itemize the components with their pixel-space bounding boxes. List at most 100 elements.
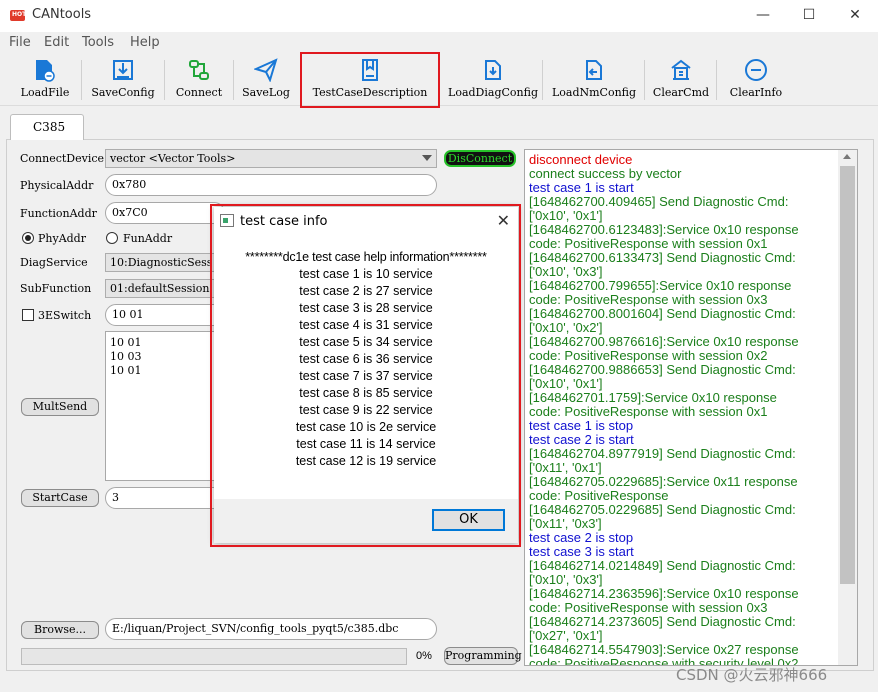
log-line: [1648462705.0229685] Send Diagnostic Cmd…: [529, 502, 796, 517]
app-icon: HOT: [10, 10, 26, 21]
clear-cmd-button[interactable]: ClearCmd: [650, 56, 712, 104]
log-scrollbar[interactable]: [838, 150, 857, 665]
log-line: ['0x10', '0x1']: [529, 208, 603, 223]
maximize-button[interactable]: ☐: [786, 0, 832, 32]
load-diag-config-icon: [485, 60, 501, 80]
log-line: test case 1 is start: [529, 180, 634, 195]
load-file-label: LoadFile: [20, 86, 70, 99]
log-line: ['0x10', '0x3']: [529, 572, 603, 587]
progress-bar: [21, 648, 407, 665]
log-line: test case 2 is start: [529, 432, 634, 447]
log-line: disconnect device: [529, 152, 633, 167]
multi-line: 10 03: [110, 350, 142, 363]
chevron-down-icon: [422, 155, 432, 161]
connect-button[interactable]: Connect: [170, 56, 228, 104]
diag-service-select[interactable]: 10:DiagnosticSess: [105, 253, 225, 272]
log-line: [1648462714.0214849] Send Diagnostic Cmd…: [529, 558, 796, 573]
save-log-button[interactable]: SaveLog: [238, 56, 294, 104]
log-line: ['0x11', '0x3']: [529, 516, 602, 531]
log-line: code: PositiveResponse with session 0x2: [529, 348, 768, 363]
start-case-field[interactable]: 3: [105, 487, 225, 509]
log-line: [1648462714.2373605] Send Diagnostic Cmd…: [529, 614, 796, 629]
connect-label: Connect: [175, 86, 223, 99]
log-line: [1648462700.9876616]:Service 0x10 respon…: [529, 334, 799, 349]
log-line: ['0x11', '0x1']: [529, 460, 602, 475]
log-line: code: PositiveResponse with session 0x3: [529, 292, 768, 307]
menu-tools[interactable]: Tools: [82, 35, 114, 50]
load-file-icon: [36, 60, 55, 82]
clear-cmd-icon: [671, 59, 691, 80]
log-line: connect success by vector: [529, 166, 682, 181]
function-addr-label: FunctionAddr: [20, 207, 97, 220]
tab-c385[interactable]: C385: [10, 114, 84, 140]
sub-function-select[interactable]: 01:defaultSession: [105, 279, 225, 298]
scroll-thumb[interactable]: [840, 166, 855, 584]
multi-send-textarea[interactable]: 10 01 10 03 10 01: [105, 331, 215, 481]
window-title: CANtools: [32, 7, 92, 22]
load-nm-config-icon: [586, 60, 602, 80]
connect-device-select[interactable]: vector <Vector Tools>: [105, 149, 437, 168]
three-e-field[interactable]: 10 01: [105, 304, 225, 326]
log-line: ['0x27', '0x1']: [529, 628, 603, 643]
start-case-button[interactable]: StartCase: [21, 489, 99, 507]
sub-function-label: SubFunction: [20, 282, 92, 295]
log-line: test case 1 is stop: [529, 418, 634, 433]
title-bar: HOT CANtools — ☐ ✕: [0, 0, 878, 32]
log-line: [1648462714.5547903]:Service 0x27 respon…: [529, 642, 799, 657]
clear-cmd-label: ClearCmd: [652, 86, 710, 99]
highlight-box: [300, 52, 440, 108]
log-line: test case 3 is start: [529, 544, 634, 559]
save-config-button[interactable]: SaveConfig: [88, 56, 158, 104]
scroll-up-icon[interactable]: [843, 154, 851, 159]
log-line: ['0x10', '0x2']: [529, 320, 603, 335]
physical-addr-field[interactable]: 0x780: [105, 174, 437, 196]
log-line: code: PositiveResponse: [529, 488, 669, 503]
clear-info-button[interactable]: ClearInfo: [722, 56, 790, 104]
log-line: [1648462705.0229685]:Service 0x11 respon…: [529, 474, 798, 489]
log-line: test case 2 is stop: [529, 530, 634, 545]
phy-addr-label: PhyAddr: [38, 232, 86, 245]
log-line: [1648462714.2363596]:Service 0x10 respon…: [529, 586, 799, 601]
programming-button[interactable]: Programming: [444, 647, 522, 665]
paper-plane-icon: [254, 58, 278, 82]
mult-send-button[interactable]: MultSend: [21, 398, 99, 416]
function-addr-field[interactable]: 0x7C0: [105, 202, 225, 224]
disconnect-button[interactable]: DisConnect: [444, 150, 516, 167]
log-line: [1648462700.409465] Send Diagnostic Cmd:: [529, 194, 789, 209]
multi-line: 10 01: [110, 336, 142, 349]
log-line: ['0x10', '0x1']: [529, 376, 603, 391]
browse-button[interactable]: Browse...: [21, 621, 99, 639]
close-button[interactable]: ✕: [832, 0, 878, 32]
load-nm-config-label: LoadNmConfig: [551, 86, 637, 99]
multi-line: 10 01: [110, 364, 142, 377]
log-line: ['0x10', '0x3']: [529, 264, 603, 279]
fun-addr-radio[interactable]: [106, 232, 118, 244]
menu-bar: File Edit Tools Help: [0, 32, 878, 54]
menu-help[interactable]: Help: [130, 35, 160, 50]
fun-addr-label: FunAddr: [123, 232, 173, 245]
physical-addr-label: PhysicalAddr: [20, 179, 94, 192]
browse-path-field[interactable]: E:/liquan/Project_SVN/config_tools_pyqt5…: [105, 618, 437, 640]
connect-device-label: ConnectDevice: [20, 152, 105, 165]
menu-file[interactable]: File: [9, 35, 31, 50]
log-line: code: PositiveResponse with session 0x1: [529, 404, 768, 419]
log-line: [1648462704.8977919] Send Diagnostic Cmd…: [529, 446, 796, 461]
log-line: [1648462700.6133473] Send Diagnostic Cmd…: [529, 250, 796, 265]
log-output[interactable]: disconnect device connect success by vect…: [524, 149, 858, 666]
load-file-button[interactable]: LoadFile: [14, 56, 76, 104]
menu-edit[interactable]: Edit: [44, 35, 69, 50]
log-line: code: PositiveResponse with session 0x1: [529, 236, 768, 251]
three-e-switch-checkbox[interactable]: [22, 309, 34, 321]
log-line: code: PositiveResponse with session 0x3: [529, 600, 768, 615]
three-e-switch-label: 3ESwitch: [38, 309, 92, 322]
minimize-button[interactable]: —: [740, 0, 786, 32]
log-line: [1648462701.1759]:Service 0x10 response: [529, 390, 777, 405]
log-line: [1648462700.6123483]:Service 0x10 respon…: [529, 222, 799, 237]
phy-addr-radio[interactable]: [22, 232, 34, 244]
load-nm-config-button[interactable]: LoadNmConfig: [550, 56, 638, 104]
clear-info-icon: [745, 59, 767, 81]
load-diag-config-button[interactable]: LoadDiagConfig: [448, 56, 538, 104]
watermark: CSDN @火云邪神666: [676, 666, 828, 684]
clear-info-label: ClearInfo: [729, 86, 783, 99]
save-config-icon: [113, 60, 133, 80]
